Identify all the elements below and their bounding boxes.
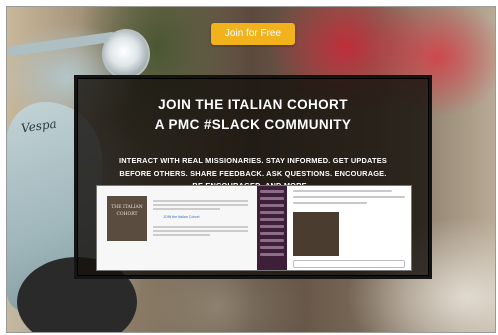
promo-title-line1: JOIN THE ITALIAN COHORT	[158, 97, 348, 112]
slack-shared-image	[293, 212, 339, 256]
scooter-headlamp	[102, 29, 150, 79]
slack-preview-screenshot: THE ITALIAN COHORT JOIN the Italian Coho…	[96, 185, 412, 271]
book-cover: THE ITALIAN COHORT	[107, 196, 147, 241]
promo-panel: JOIN THE ITALIAN COHORT A PMC #SLACK COM…	[77, 78, 429, 276]
slack-message-input	[293, 260, 405, 268]
slack-main-pane	[287, 186, 411, 270]
preview-left-card: THE ITALIAN COHORT JOIN the Italian Coho…	[97, 186, 257, 270]
join-for-free-button[interactable]: Join for Free	[211, 23, 295, 45]
promo-title-line2: A PMC #SLACK COMMUNITY	[154, 117, 352, 132]
slack-sidebar	[257, 186, 287, 270]
preview-left-text: JOIN the Italian Cohort	[153, 198, 248, 238]
scooter-handlebar	[7, 31, 118, 57]
preview-join-link: JOIN the Italian Cohort	[163, 215, 200, 219]
